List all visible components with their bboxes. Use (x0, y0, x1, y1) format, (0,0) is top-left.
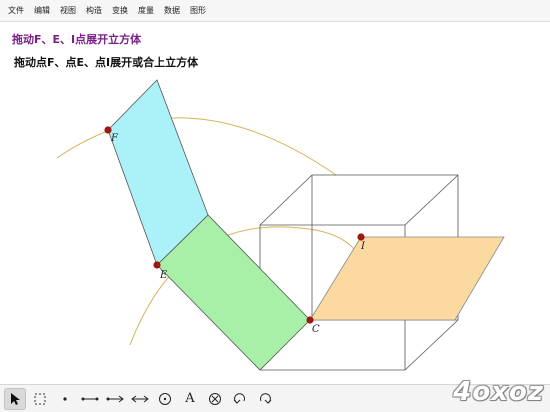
menu-transform[interactable]: 变换 (107, 0, 133, 22)
circle-tool-icon[interactable] (154, 388, 176, 410)
point-c[interactable] (306, 316, 314, 324)
menu-construct[interactable]: 构造 (81, 0, 107, 22)
unfold-action-button[interactable]: 拖动点F、点E、点I展开或合上立方体 (14, 54, 198, 70)
page-title: 拖动F、E、I点展开立方体 (12, 33, 142, 46)
menu-measure[interactable]: 度量 (133, 0, 159, 22)
point-label-e: E (159, 270, 168, 281)
menu-file[interactable]: 文件 (3, 0, 29, 22)
text-tool-icon[interactable]: A (179, 388, 201, 410)
menu-bar: 文件 编辑 视图 构造 变换 度量 数据 图形 (0, 0, 550, 22)
watermark-logo: 4oxoz (453, 374, 544, 410)
marquee-select-icon[interactable] (29, 388, 51, 410)
geometry-figure[interactable]: F E I C (0, 22, 550, 384)
undo-icon[interactable] (229, 388, 251, 410)
segment-tool-icon[interactable] (79, 388, 101, 410)
menu-graph[interactable]: 图形 (185, 0, 211, 22)
menu-data[interactable]: 数据 (159, 0, 185, 22)
arc-f (56, 117, 337, 176)
line-tool-icon[interactable] (129, 388, 151, 410)
face-orange (309, 236, 505, 321)
point-i[interactable] (357, 233, 365, 241)
point-label-f: F (110, 133, 119, 144)
text-tool-glyph: A (185, 391, 195, 406)
ray-tool-icon[interactable] (104, 388, 126, 410)
point-label-c: C (312, 324, 320, 335)
menu-view[interactable]: 视图 (55, 0, 81, 22)
marker-tool-icon[interactable] (204, 388, 226, 410)
menu-edit[interactable]: 编辑 (29, 0, 55, 22)
select-arrow-icon[interactable] (4, 387, 26, 410)
drawing-canvas[interactable]: F E I C 拖动F、E、I点展开立方体 拖动点F、点E、点I展开或合上立方体 (0, 22, 550, 384)
watermark-text: 4oxoz (453, 377, 544, 407)
point-tool-icon[interactable] (54, 388, 76, 410)
point-e[interactable] (153, 261, 161, 269)
redo-icon[interactable] (254, 388, 276, 410)
